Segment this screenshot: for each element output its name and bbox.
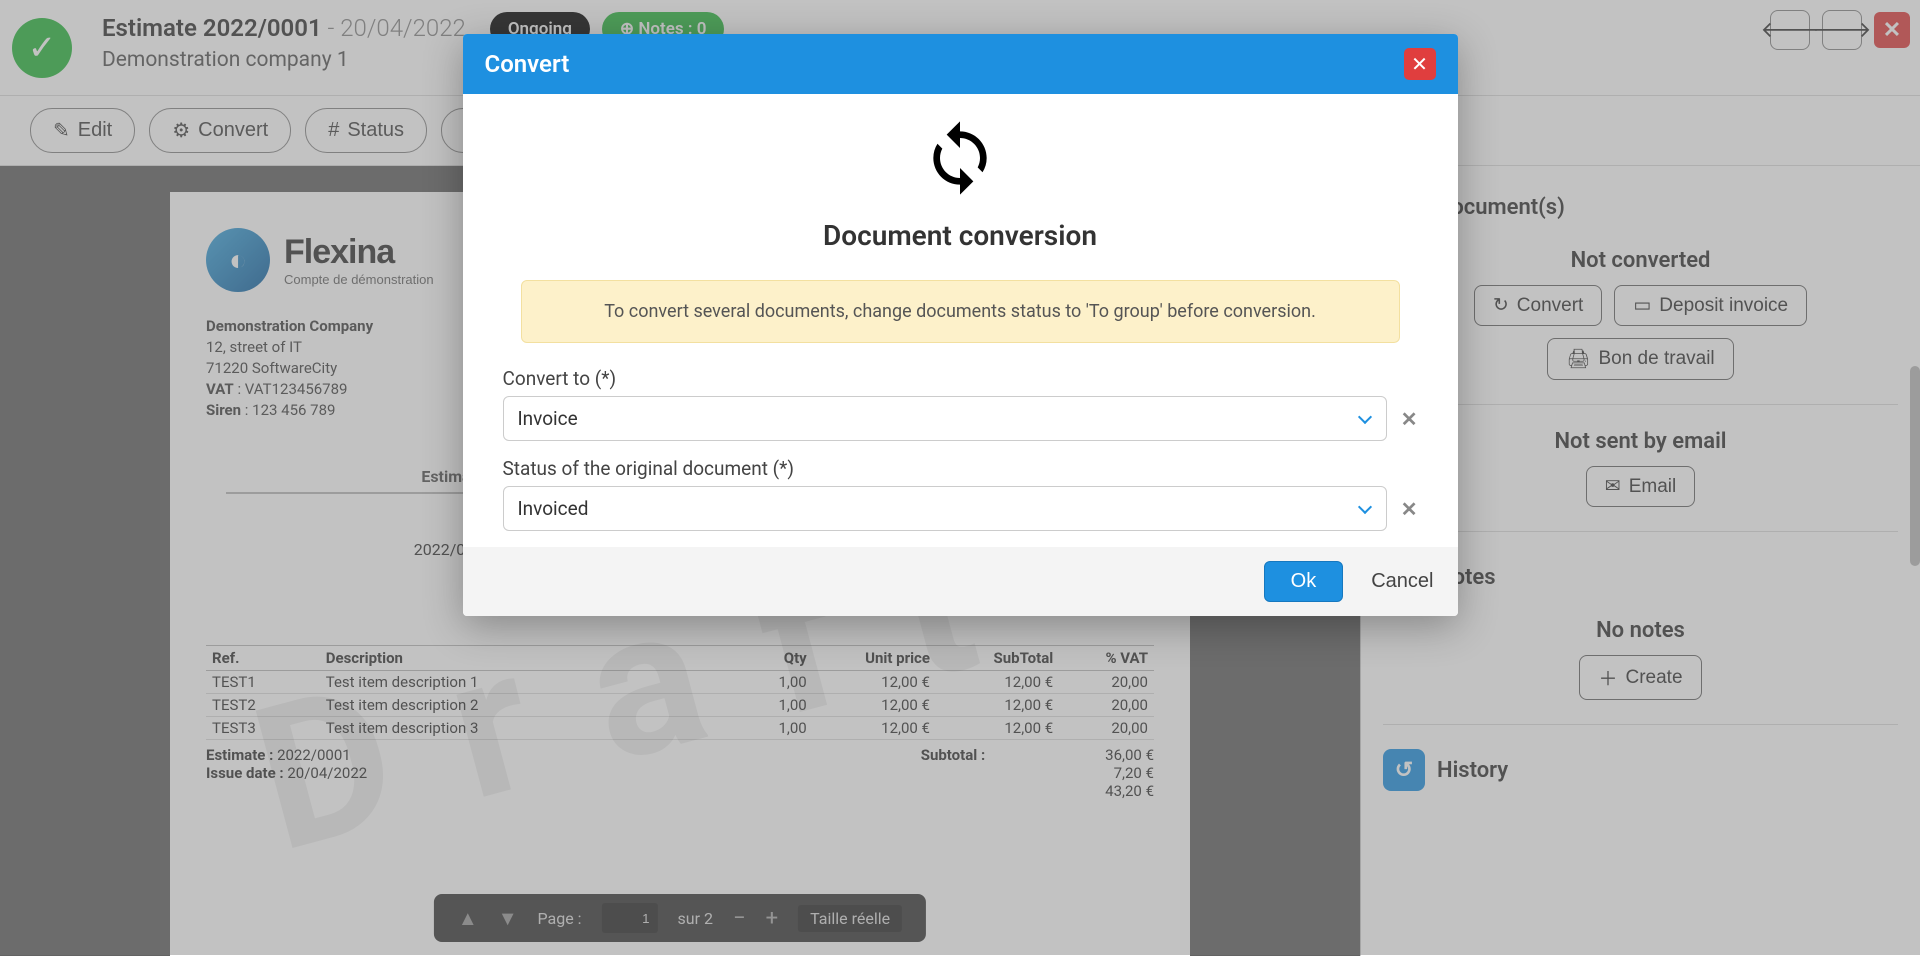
modal-overlay: Convert ✕ Document conversion To convert…: [0, 0, 1920, 955]
modal-ok-button[interactable]: Ok: [1264, 561, 1344, 602]
clear-convert-to-button[interactable]: ✕: [1401, 407, 1418, 431]
modal-info: To convert several documents, change doc…: [521, 280, 1400, 343]
convert-to-select[interactable]: Invoice: [503, 396, 1387, 441]
convert-to-label: Convert to (*): [503, 367, 1418, 390]
modal-heading: Document conversion: [503, 219, 1418, 252]
sync-icon: [920, 118, 1000, 211]
modal-title: Convert: [485, 50, 570, 78]
clear-status-button[interactable]: ✕: [1401, 497, 1418, 521]
modal-close-button[interactable]: ✕: [1404, 48, 1436, 80]
original-status-label: Status of the original document (*): [503, 457, 1418, 480]
original-status-select[interactable]: Invoiced: [503, 486, 1387, 531]
modal-cancel-button[interactable]: Cancel: [1371, 570, 1433, 593]
convert-modal: Convert ✕ Document conversion To convert…: [463, 34, 1458, 616]
